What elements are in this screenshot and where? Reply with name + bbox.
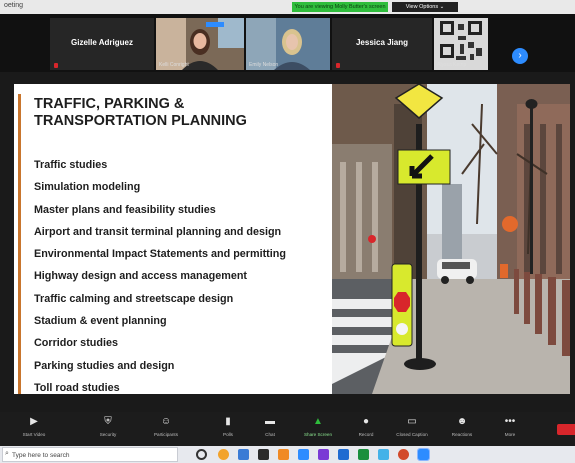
participant-video[interactable]: Alyssa Kemp (434, 18, 488, 70)
app-label: oeting (4, 2, 24, 9)
list-item: Highway design and access management (34, 270, 248, 283)
store-icon[interactable] (258, 449, 269, 460)
chevron-right-icon: › (518, 50, 522, 61)
muted-mic-icon (54, 63, 58, 68)
participant-video[interactable]: Emily Nelson (246, 18, 330, 70)
control-label: More (504, 432, 516, 437)
control-label: Share Screen (303, 432, 333, 437)
reactions-icon: ☻ (456, 416, 468, 427)
cc-icon: ▭ (407, 416, 417, 427)
chat-icon: ▬ (265, 416, 275, 427)
control-label: Chat (265, 432, 275, 437)
participant-name: Gizelle Adriguez (71, 38, 133, 47)
next-page-button[interactable]: › (512, 48, 528, 64)
control-label: Participants (153, 432, 178, 437)
share-screen-icon: ▲ (313, 416, 323, 427)
app-icon[interactable] (278, 449, 289, 460)
control-label: Reactions (451, 432, 473, 437)
control-label: Security (99, 432, 117, 437)
slide-title-line: TRAFFIC, PARKING & (34, 96, 185, 112)
taskbar-search[interactable]: ⌕ (2, 447, 178, 462)
start-video-button[interactable]: ▶ Start Video (14, 416, 54, 437)
mail-icon[interactable] (338, 449, 349, 460)
control-label: Record (358, 432, 374, 437)
control-label: Closed Caption (396, 432, 428, 437)
list-item: Master plans and feasibility studies (34, 203, 216, 216)
title-strip: oeting You are viewing Molly Butter's sc… (0, 0, 575, 14)
list-item: Environmental Impact Statements and perm… (34, 248, 286, 261)
more-button[interactable]: ••• More (490, 416, 530, 437)
app-icon[interactable] (398, 449, 409, 460)
slide-text-panel: TRAFFIC, PARKING & TRANSPORTATION PLANNI… (14, 84, 332, 394)
list-item: Airport and transit terminal planning an… (34, 225, 282, 238)
view-options-button[interactable]: View Options ⌄ (392, 2, 458, 12)
muted-mic-icon (336, 63, 340, 68)
reactions-button[interactable]: ☻ Reactions (442, 416, 482, 437)
record-button[interactable]: ● Record (346, 416, 386, 437)
participant-name: Emily Nelson (249, 62, 279, 68)
end-meeting-button[interactable] (557, 424, 575, 435)
street-crosswalk-photo (332, 84, 570, 394)
list-item: Parking studies and design (34, 359, 175, 372)
zoom-icon[interactable] (298, 449, 309, 460)
participant-name: Kelli Conright (159, 62, 189, 68)
windows-taskbar: ⌕ (0, 446, 575, 463)
meeting-controls: ▶ Start Video ⛨ Security ☺ Participants … (0, 412, 575, 446)
app-icon[interactable] (378, 449, 389, 460)
chrome-icon[interactable] (218, 449, 229, 460)
participants-icon: ☺ (160, 416, 172, 427)
app-icon[interactable] (358, 449, 369, 460)
control-label: Start Video (22, 432, 46, 437)
viewing-banner: You are viewing Molly Butter's screen (292, 2, 388, 12)
list-item: Simulation modeling (34, 181, 141, 194)
share-screen-button[interactable]: ▲ Share Screen (298, 416, 338, 437)
task-view-icon[interactable] (196, 449, 207, 460)
shared-screen: TRAFFIC, PARKING & TRANSPORTATION PLANNI… (0, 72, 575, 412)
participant-strip: Gizelle Adriguez Kelli Conright Emily Ne… (0, 14, 575, 72)
participant-video[interactable]: Kelli Conright (156, 18, 244, 70)
participant-name: Alyssa Kemp (437, 62, 467, 68)
list-item: Stadium & event planning (34, 315, 167, 328)
participant-tile[interactable]: Gizelle Adriguez (50, 18, 154, 70)
participants-button[interactable]: ☺ Participants (146, 416, 186, 437)
presentation-slide: TRAFFIC, PARKING & TRANSPORTATION PLANNI… (14, 84, 570, 394)
slide-title: TRAFFIC, PARKING & TRANSPORTATION PLANNI… (34, 96, 334, 130)
service-list: Traffic studies Simulation modeling Mast… (34, 154, 286, 394)
list-item: Traffic calming and streetscape design (34, 292, 234, 305)
more-icon: ••• (504, 416, 516, 427)
zoom-active-icon[interactable] (417, 448, 430, 461)
list-item: Traffic studies (34, 159, 108, 171)
record-icon: ● (362, 416, 370, 427)
security-button[interactable]: ⛨ Security (88, 416, 128, 437)
slide-accent-bar (18, 94, 21, 394)
participant-tile[interactable]: Jessica Jiang (332, 18, 432, 70)
participant-name: Jessica Jiang (355, 38, 409, 47)
closed-caption-button[interactable]: ▭ Closed Caption (392, 416, 432, 437)
chat-button[interactable]: ▬ Chat (250, 416, 290, 437)
polls-button[interactable]: ▮ Polls (208, 416, 248, 437)
search-icon: ⌕ (5, 450, 9, 457)
file-explorer-icon[interactable] (238, 449, 249, 460)
list-item: Corridor studies (34, 337, 118, 350)
app-icon[interactable] (318, 449, 329, 460)
slide-title-line: TRANSPORTATION PLANNING (34, 113, 247, 129)
list-item: Toll road studies (34, 381, 120, 394)
shield-icon: ⛨ (104, 416, 112, 427)
control-label: Polls (223, 432, 233, 437)
polls-icon: ▮ (225, 416, 231, 427)
search-input[interactable] (12, 449, 172, 461)
video-off-icon: ▶ (30, 416, 38, 427)
